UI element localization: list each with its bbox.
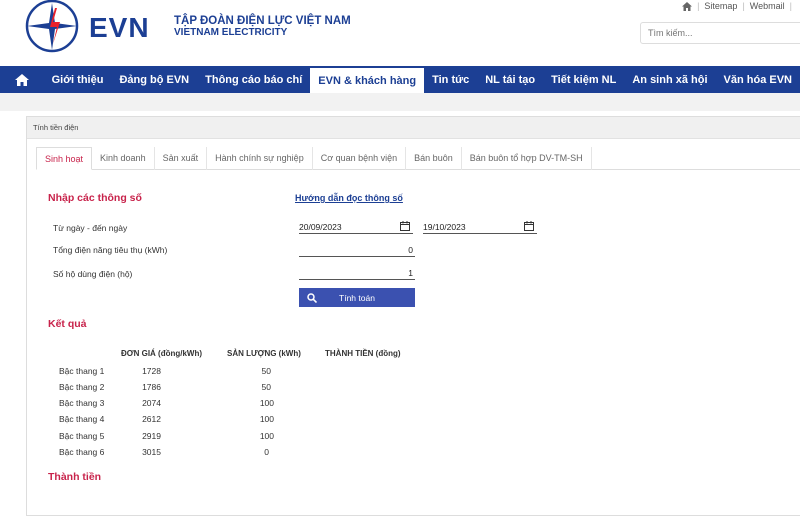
main-nav: Giới thiệu Đảng bộ EVN Thông cáo báo chí… bbox=[0, 66, 800, 93]
divider: | bbox=[697, 1, 700, 11]
tier-price: 2919 bbox=[142, 431, 161, 441]
input-section-title: Nhập các thông số bbox=[48, 192, 142, 204]
home-icon bbox=[14, 73, 29, 86]
tab-san-xuat[interactable]: Sản xuất bbox=[155, 147, 208, 170]
calendar-icon[interactable] bbox=[524, 221, 534, 231]
col-header-price: ĐƠN GIÁ (đồng/kWh) bbox=[121, 349, 203, 358]
nav-item-tin-tuc[interactable]: Tin tức bbox=[424, 66, 477, 93]
kwh-label: Tổng điện năng tiêu thụ (kWh) bbox=[53, 245, 168, 255]
brand-name-vi: TẬP ĐOÀN ĐIỆN LỰC VIỆT NAM bbox=[174, 15, 351, 27]
nav-item-tiet-kiem[interactable]: Tiết kiệm NL bbox=[543, 66, 624, 93]
nav-home[interactable] bbox=[0, 66, 44, 93]
calculate-button[interactable]: Tính toán bbox=[299, 288, 415, 307]
nav-item-an-sinh[interactable]: An sinh xã hội bbox=[624, 66, 715, 93]
calculator-panel: Tính tiền điện Sinh hoạt Kinh doanh Sản … bbox=[26, 116, 800, 516]
tier-price: 2612 bbox=[142, 414, 161, 424]
results-section-title: Kết quả bbox=[48, 318, 87, 330]
nav-item-evn-khach-hang[interactable]: EVN & khách hàng bbox=[310, 66, 425, 93]
calendar-icon[interactable] bbox=[400, 221, 410, 231]
date-range-label: Từ ngày - đến ngày bbox=[53, 223, 128, 233]
tier-quantity: 100 bbox=[259, 431, 274, 441]
nav-item-van-hoa[interactable]: Văn hóa EVN bbox=[716, 66, 800, 93]
panel-title: Tính tiền điện bbox=[27, 117, 800, 139]
site-header: EVN TẬP ĐOÀN ĐIỆN LỰC VIỆT NAM VIETNAM E… bbox=[0, 0, 800, 66]
tier-label: Bậc thang 3 bbox=[59, 398, 105, 408]
brand-name-en: VIETNAM ELECTRICITY bbox=[174, 27, 288, 38]
date-to-value: 19/10/2023 bbox=[423, 222, 466, 232]
nav-item-nl-tai-tao[interactable]: NL tái tạo bbox=[477, 66, 543, 93]
tier-price: 1786 bbox=[142, 382, 161, 392]
tier-quantity: 100 bbox=[259, 398, 274, 408]
nav-item-gioi-thieu[interactable]: Giới thiệu bbox=[44, 66, 112, 93]
tier-label: Bậc thang 1 bbox=[59, 366, 105, 376]
tab-hanh-chinh[interactable]: Hành chính sự nghiệp bbox=[207, 147, 313, 170]
nav-item-thong-cao[interactable]: Thông cáo báo chí bbox=[197, 66, 310, 93]
col-header-quantity: SẢN LƯỢNG (kWh) bbox=[227, 349, 301, 358]
search-input[interactable] bbox=[640, 22, 800, 44]
tier-quantity: 0 bbox=[264, 447, 269, 457]
sitemap-link[interactable]: Sitemap bbox=[704, 1, 737, 11]
tier-price: 2074 bbox=[142, 398, 161, 408]
search-icon bbox=[307, 292, 317, 303]
calculate-button-label: Tính toán bbox=[339, 292, 375, 303]
divider: | bbox=[789, 1, 792, 11]
date-to-input[interactable]: 19/10/2023 bbox=[423, 220, 537, 234]
kwh-input[interactable]: 0 bbox=[299, 243, 415, 257]
tab-co-quan-benh-vien[interactable]: Cơ quan bệnh viện bbox=[313, 147, 407, 170]
divider: | bbox=[742, 1, 745, 11]
gray-band bbox=[0, 93, 800, 111]
tab-sinh-hoat[interactable]: Sinh hoạt bbox=[36, 147, 93, 170]
tier-quantity: 50 bbox=[261, 366, 271, 376]
date-from-value: 20/09/2023 bbox=[299, 222, 342, 232]
tier-label: Bậc thang 4 bbox=[59, 414, 105, 424]
tab-kinh-doanh[interactable]: Kinh doanh bbox=[92, 147, 155, 170]
households-label: Số hộ dùng điện (hộ) bbox=[53, 269, 133, 279]
col-header-amount: THÀNH TIỀN (đồng) bbox=[325, 349, 401, 358]
nav-item-dang-bo[interactable]: Đảng bộ EVN bbox=[111, 66, 197, 93]
date-from-input[interactable]: 20/09/2023 bbox=[299, 220, 413, 234]
logo-text[interactable]: EVN bbox=[89, 12, 150, 44]
webmail-link[interactable]: Webmail bbox=[750, 1, 785, 11]
tab-ban-buon-to-hop[interactable]: Bán buôn tổ hợp DV-TM-SH bbox=[462, 147, 592, 170]
home-icon[interactable] bbox=[682, 1, 693, 11]
tier-price: 1728 bbox=[142, 366, 161, 376]
evn-logo-icon[interactable] bbox=[24, 0, 80, 56]
brand-name: TẬP ĐOÀN ĐIỆN LỰC VIỆT NAM VIETNAM ELECT… bbox=[174, 15, 351, 38]
tier-quantity: 100 bbox=[259, 414, 274, 424]
top-links: | Sitemap | Webmail | bbox=[682, 1, 792, 11]
tab-ban-buon[interactable]: Bán buôn bbox=[406, 147, 462, 170]
households-input[interactable]: 1 bbox=[299, 266, 415, 280]
tier-label: Bậc thang 2 bbox=[59, 382, 105, 392]
total-section-title: Thành tiền bbox=[48, 471, 102, 483]
tariff-tabs: Sinh hoạt Kinh doanh Sản xuất Hành chính… bbox=[36, 147, 800, 170]
tier-price: 3015 bbox=[142, 447, 161, 457]
tier-quantity: 50 bbox=[261, 382, 271, 392]
guide-link[interactable]: Hướng dẫn đọc thông số bbox=[295, 193, 403, 203]
tier-label: Bậc thang 5 bbox=[59, 431, 105, 441]
tier-label: Bậc thang 6 bbox=[59, 447, 105, 457]
